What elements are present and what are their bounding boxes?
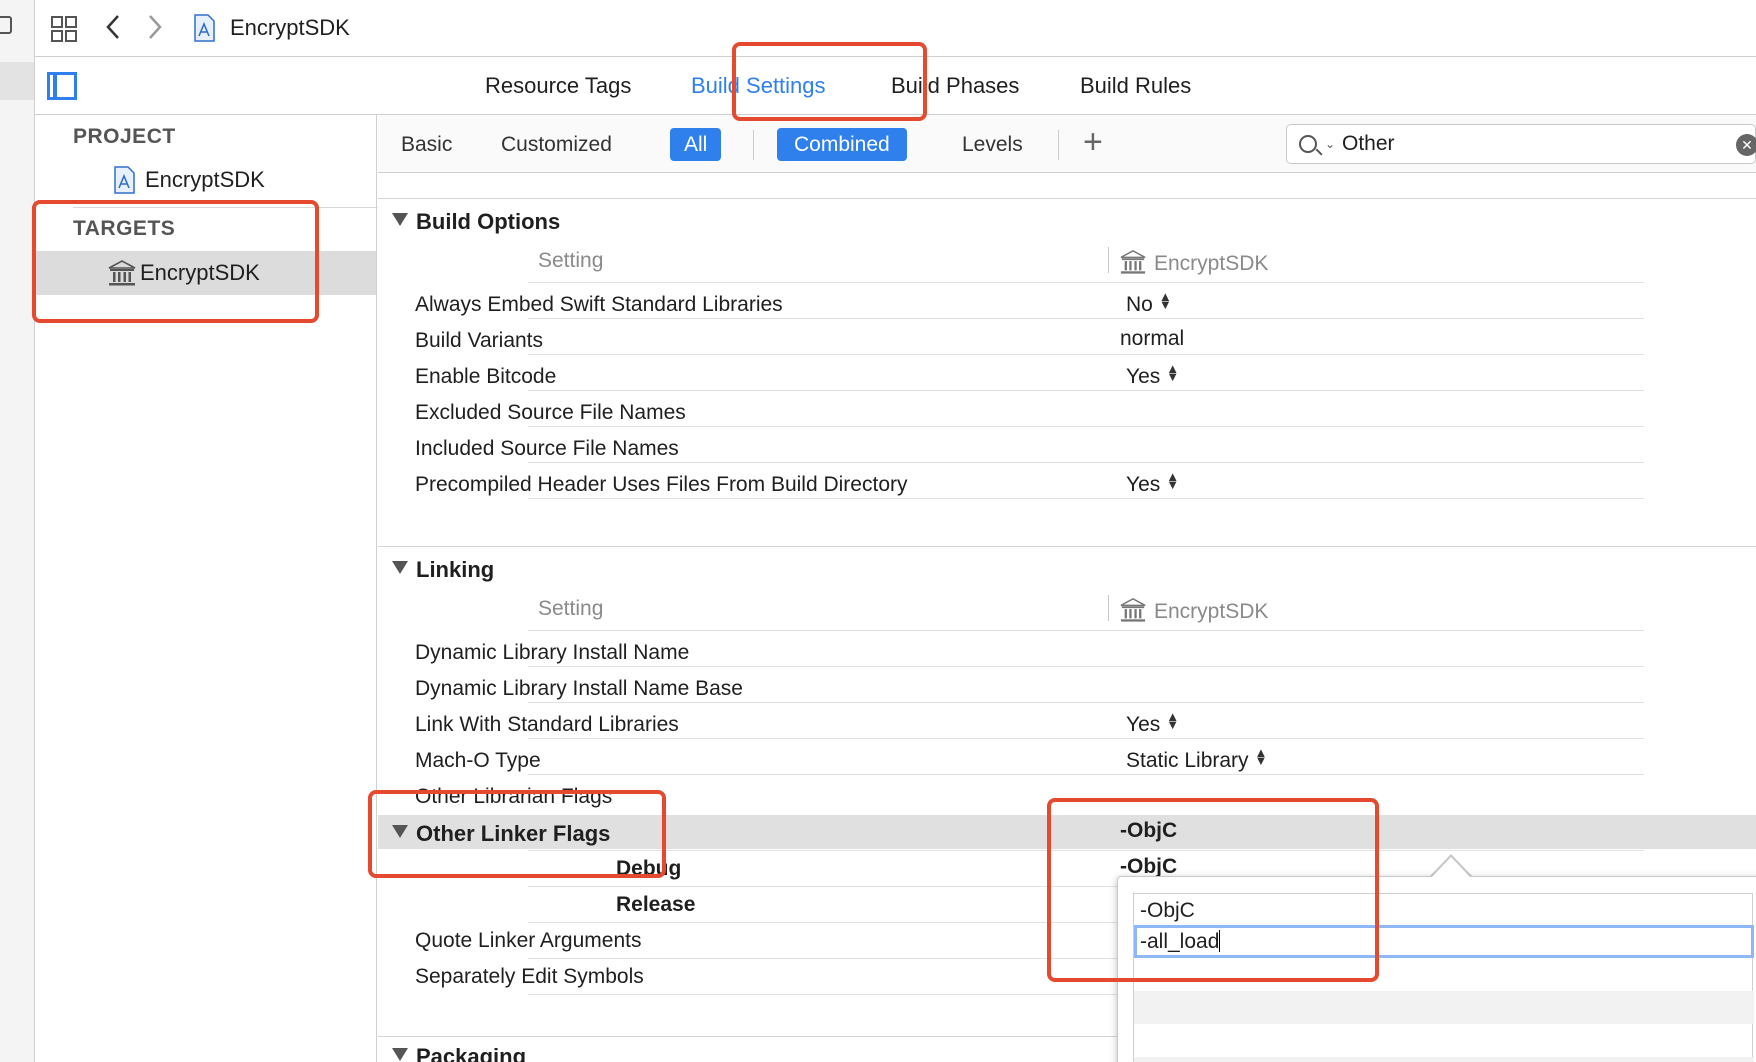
flag-entry-empty[interactable] bbox=[1134, 1024, 1754, 1057]
filter-combined[interactable]: Combined bbox=[777, 128, 907, 161]
stepper-icon: ▲ ▼ bbox=[1166, 709, 1180, 732]
stepper-icon: ▲ ▼ bbox=[1166, 469, 1180, 492]
setting-mach-o-type[interactable]: Mach-O Type bbox=[415, 749, 541, 773]
popover-arrow-inner bbox=[1431, 857, 1471, 878]
stepper-icon: ▲ ▼ bbox=[1158, 289, 1172, 312]
xcode-window: EncryptSDK Resource Tags Build Settings … bbox=[0, 0, 1756, 1062]
setting-always-embed-swift[interactable]: Always Embed Swift Standard Libraries bbox=[415, 293, 783, 317]
column-header-target: EncryptSDK bbox=[1118, 597, 1268, 624]
column-header-target: EncryptSDK bbox=[1118, 249, 1268, 276]
filter-separator bbox=[753, 130, 754, 160]
filter-levels[interactable]: Levels bbox=[954, 128, 1031, 161]
setting-value-popup[interactable]: Static Library ▲ ▼ bbox=[1126, 745, 1268, 773]
project-file-icon bbox=[114, 166, 135, 194]
flag-entry-empty[interactable] bbox=[1134, 1057, 1754, 1062]
clear-search-icon[interactable]: ✕ bbox=[1736, 134, 1756, 156]
setting-separately-edit-symbols[interactable]: Separately Edit Symbols bbox=[415, 965, 644, 989]
setting-value-text[interactable]: normal bbox=[1120, 327, 1184, 351]
setting-dylib-install-name-base[interactable]: Dynamic Library Install Name Base bbox=[415, 677, 743, 701]
setting-dylib-install-name[interactable]: Dynamic Library Install Name bbox=[415, 641, 689, 665]
column-divider bbox=[1108, 595, 1109, 621]
annotation-other-linker-flags bbox=[368, 790, 666, 878]
section-build-options[interactable]: Build Options bbox=[392, 209, 560, 235]
stepper-icon: ▲ ▼ bbox=[1166, 361, 1180, 384]
setting-excluded-source-files[interactable]: Excluded Source File Names bbox=[415, 401, 686, 425]
setting-link-std-libs[interactable]: Link With Standard Libraries bbox=[415, 713, 679, 737]
search-field[interactable]: ⌄ ✕ bbox=[1286, 124, 1756, 164]
chevron-down-icon[interactable]: ⌄ bbox=[1325, 137, 1335, 151]
setting-build-variants[interactable]: Build Variants bbox=[415, 329, 543, 353]
annotation-build-settings bbox=[732, 42, 927, 121]
column-header-setting: Setting bbox=[538, 597, 604, 620]
column-divider bbox=[1108, 247, 1109, 273]
annotation-targets bbox=[32, 200, 319, 323]
tab-build-rules[interactable]: Build Rules bbox=[1080, 73, 1191, 99]
column-header-setting: Setting bbox=[538, 249, 604, 272]
row-divider bbox=[528, 462, 1644, 463]
issue-navigator-icon[interactable] bbox=[0, 16, 12, 34]
section-linking[interactable]: Linking bbox=[392, 557, 494, 583]
setting-enable-bitcode[interactable]: Enable Bitcode bbox=[415, 365, 556, 389]
search-icon bbox=[1299, 135, 1317, 153]
row-divider bbox=[528, 282, 1644, 283]
setting-precompiled-header[interactable]: Precompiled Header Uses Files From Build… bbox=[415, 473, 908, 497]
navigator-strip bbox=[0, 0, 35, 1062]
row-divider bbox=[528, 666, 1644, 667]
disclosure-triangle-icon[interactable] bbox=[392, 561, 408, 574]
setting-value-popup[interactable]: Yes ▲ ▼ bbox=[1126, 709, 1180, 737]
filter-all[interactable]: All bbox=[670, 128, 722, 161]
show-navigator-icon[interactable] bbox=[47, 72, 77, 100]
row-divider bbox=[528, 390, 1644, 391]
row-divider bbox=[528, 426, 1644, 427]
disclosure-triangle-icon[interactable] bbox=[392, 1048, 408, 1061]
row-divider bbox=[528, 702, 1644, 703]
filter-customized[interactable]: Customized bbox=[493, 128, 620, 161]
row-divider bbox=[528, 738, 1644, 739]
filter-separator bbox=[1058, 130, 1059, 160]
tab-resource-tags[interactable]: Resource Tags bbox=[485, 73, 631, 99]
row-divider bbox=[528, 318, 1644, 319]
breadcrumb[interactable]: EncryptSDK bbox=[230, 15, 350, 41]
setting-value-popup[interactable]: Yes ▲ ▼ bbox=[1126, 469, 1180, 497]
annotation-flag-values bbox=[1047, 798, 1379, 982]
add-setting-icon[interactable]: + bbox=[1083, 125, 1103, 159]
stepper-icon: ▲ ▼ bbox=[1254, 745, 1268, 768]
project-file-icon bbox=[194, 14, 215, 42]
setting-quote-linker-args[interactable]: Quote Linker Arguments bbox=[415, 929, 641, 953]
row-divider bbox=[528, 498, 1644, 499]
disclosure-triangle-icon[interactable] bbox=[392, 213, 408, 226]
settings-filter-bar: Basic Customized All Combined Levels + ⌄… bbox=[378, 115, 1756, 173]
sidebar-item-project[interactable]: EncryptSDK bbox=[35, 158, 376, 202]
setting-value-popup[interactable]: No ▲ ▼ bbox=[1126, 289, 1172, 317]
filter-basic[interactable]: Basic bbox=[393, 128, 460, 161]
navigator-selection bbox=[0, 62, 34, 100]
setting-value-popup[interactable]: Yes ▲ ▼ bbox=[1126, 361, 1180, 389]
section-divider bbox=[378, 198, 1756, 199]
sidebar-item-label: EncryptSDK bbox=[145, 167, 265, 192]
forward-arrow-icon[interactable] bbox=[147, 14, 163, 40]
search-input[interactable] bbox=[1342, 131, 1702, 157]
section-packaging[interactable]: Packaging bbox=[392, 1044, 526, 1062]
row-divider bbox=[528, 630, 1644, 631]
back-arrow-icon[interactable] bbox=[105, 14, 121, 40]
related-items-icon[interactable] bbox=[51, 16, 77, 42]
library-target-icon bbox=[1120, 250, 1146, 274]
flag-entry-empty[interactable] bbox=[1134, 991, 1754, 1024]
project-header: PROJECT bbox=[73, 125, 176, 148]
config-release-label: Release bbox=[616, 893, 696, 916]
row-divider bbox=[528, 774, 1644, 775]
library-target-icon bbox=[1120, 598, 1146, 622]
section-divider bbox=[378, 546, 1756, 547]
row-divider bbox=[528, 354, 1644, 355]
setting-included-source-files[interactable]: Included Source File Names bbox=[415, 437, 679, 461]
